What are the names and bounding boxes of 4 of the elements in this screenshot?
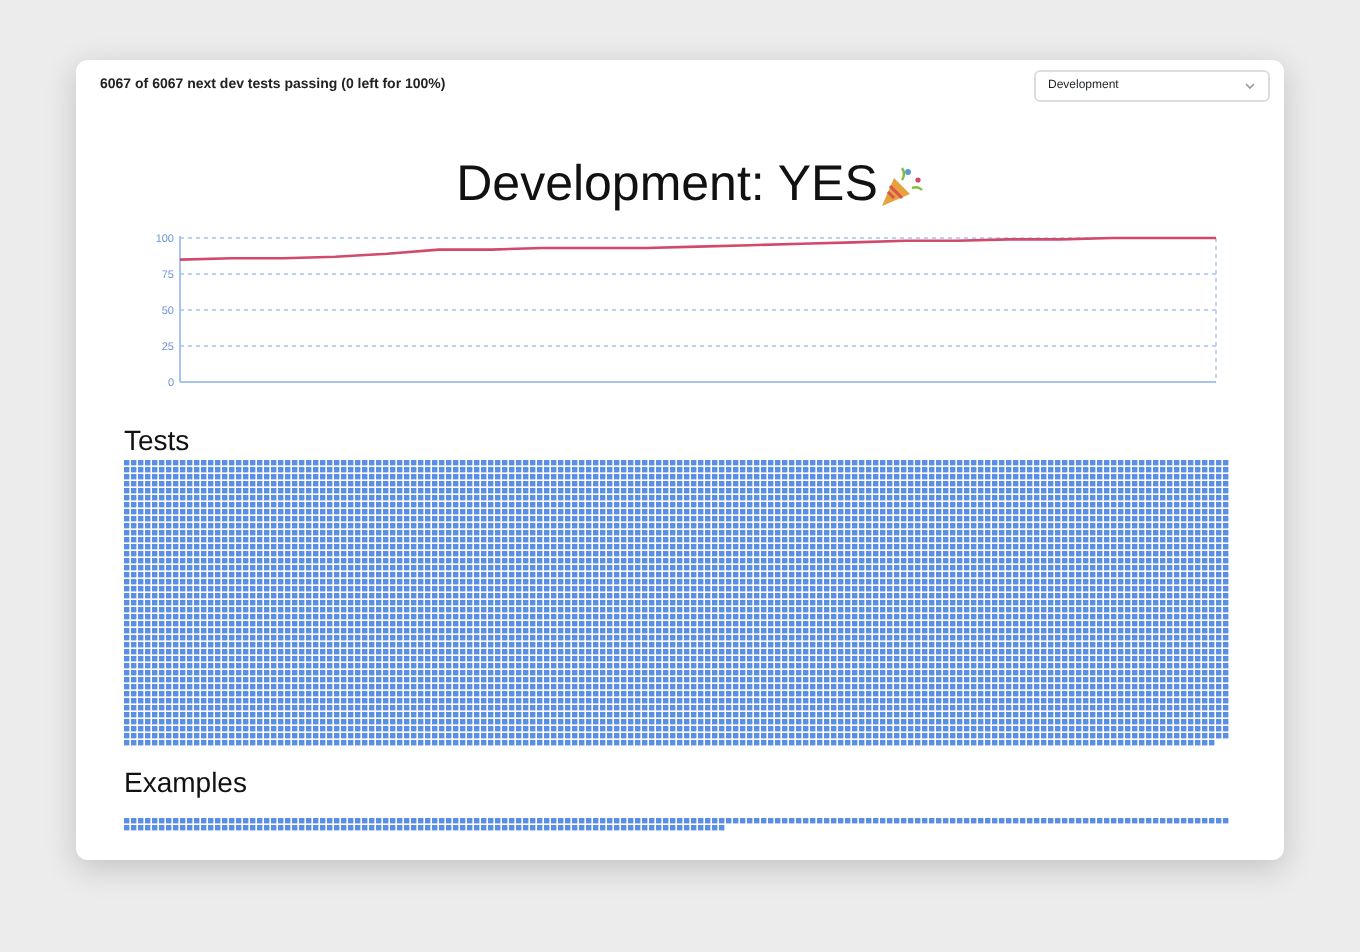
chevron-down-icon — [1244, 82, 1256, 90]
section-heading: Tests — [124, 426, 192, 454]
page-title: Development: YES — [456, 160, 878, 210]
section-heading: Examples — [124, 767, 249, 795]
